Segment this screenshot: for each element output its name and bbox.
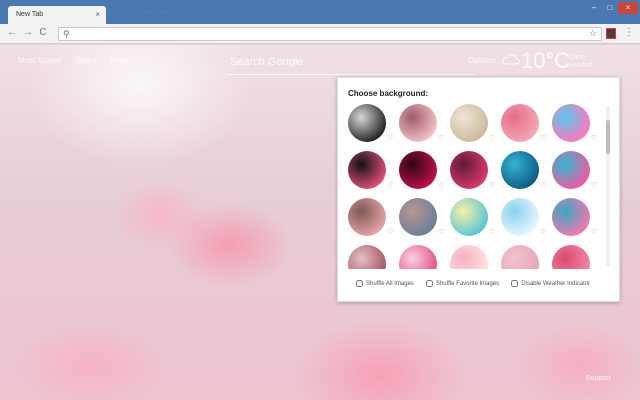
heart-icon[interactable]: ♡ [387,134,393,142]
panel-title: Choose background: [348,89,429,98]
address-bar[interactable]: ⚲ ☆ [58,27,602,41]
heart-icon[interactable]: ♡ [489,134,495,142]
panel-scrollbar[interactable] [606,106,610,266]
top-links: Most Visited Share Rate [18,56,128,65]
menu-icon[interactable]: ⋮ [624,27,634,38]
background-thumbnail[interactable] [552,198,590,236]
background-thumbnail[interactable] [450,104,488,142]
background-thumbnail[interactable] [399,104,437,142]
rate-link[interactable]: Rate [111,56,128,65]
heart-icon[interactable]: ♡ [591,181,597,189]
background-thumbnail[interactable] [399,245,437,269]
heart-icon[interactable]: ♡ [540,181,546,189]
heart-icon[interactable]: ♡ [489,181,495,189]
back-icon[interactable]: ← [6,27,18,38]
bookmark-star-icon[interactable]: ☆ [589,28,597,39]
temperature: 10°C [521,48,571,73]
shuffle-all-option[interactable]: Shuffle All Images [356,280,414,287]
heart-icon[interactable]: ♡ [438,181,444,189]
background-thumbnail[interactable] [348,198,386,236]
weather-condition: Clear [569,54,586,61]
google-search-box [226,51,474,75]
tab-new-tab[interactable]: New Tab × [8,6,106,24]
heart-icon[interactable]: ♡ [387,181,393,189]
new-tab-page: Most Visited Share Rate Options 10°C Cle… [0,45,640,400]
window-controls: – □ × [586,2,638,14]
maximize-button[interactable]: □ [602,2,618,14]
background-thumbnail[interactable] [450,245,488,269]
background-thumbnail[interactable] [552,245,590,269]
title-bar: New Tab × · · · · ·· ··· · ··· ·· – □ × [0,0,640,24]
background-thumbnail[interactable] [348,104,386,142]
minimize-button[interactable]: – [586,2,602,14]
background-thumbnail[interactable] [501,198,539,236]
reload-icon[interactable]: C [37,27,49,38]
background-thumbnail[interactable] [399,151,437,189]
background-thumbnail[interactable] [501,151,539,189]
forward-icon[interactable]: → [22,27,34,38]
heart-icon[interactable]: ♡ [540,228,546,236]
heart-icon[interactable]: ♡ [540,134,546,142]
background-thumbnail[interactable] [501,245,539,269]
search-icon: ⚲ [63,29,70,39]
search-input[interactable] [226,51,474,73]
share-link[interactable]: Share [75,56,96,65]
support-link[interactable]: Support [586,375,611,382]
window-close-button[interactable]: × [618,2,638,14]
extension-icon[interactable] [606,28,616,39]
background-tabs: · · · · ·· ··· · ··· ·· [112,10,179,16]
background-chooser-panel: Choose background: ♡♡♡♡♡♡♡♡♡♡♡♡♡♡♡♡♡♡♡♡ … [337,77,620,302]
shuffle-all-checkbox[interactable] [356,280,363,287]
weather-location: London [569,62,593,69]
browser-toolbar: ← → C ⚲ ☆ ⋮ [0,24,640,44]
scroll-thumb[interactable] [606,120,610,154]
cloud-icon [502,54,520,65]
tab-title: New Tab [16,11,44,18]
disable-weather-label: Disable Weather Indicator [521,280,591,287]
shuffle-all-label: Shuffle All Images [366,280,414,287]
disable-weather-checkbox[interactable] [511,280,519,287]
background-thumbnail[interactable] [450,151,488,189]
heart-icon[interactable]: ♡ [438,134,444,142]
panel-footer: Shuffle All Images Shuffle Favorite Imag… [356,280,590,287]
options-link[interactable]: Options [468,56,496,65]
most-visited-link[interactable]: Most Visited [18,56,61,65]
background-thumbnail[interactable] [348,245,386,269]
background-thumbnail[interactable] [501,104,539,142]
background-thumbnail[interactable] [552,151,590,189]
heart-icon[interactable]: ♡ [591,228,597,236]
shuffle-favorite-checkbox[interactable] [425,280,433,287]
close-icon[interactable]: × [95,10,100,19]
disable-weather-option[interactable]: Disable Weather Indicator [511,280,590,287]
shuffle-favorite-label: Shuffle Favorite Images [435,280,500,287]
weather-info: Clear London [569,54,592,70]
heart-icon[interactable]: ♡ [489,228,495,236]
background-thumbnail[interactable] [399,198,437,236]
shuffle-favorite-option[interactable]: Shuffle Favorite Images [425,280,500,287]
background-thumbnail[interactable] [348,151,386,189]
background-thumbnail[interactable] [552,104,590,142]
background-thumbnail[interactable] [450,198,488,236]
heart-icon[interactable]: ♡ [387,228,393,236]
background-grid: ♡♡♡♡♡♡♡♡♡♡♡♡♡♡♡♡♡♡♡♡ [348,104,608,269]
heart-icon[interactable]: ♡ [591,134,597,142]
heart-icon[interactable]: ♡ [438,228,444,236]
